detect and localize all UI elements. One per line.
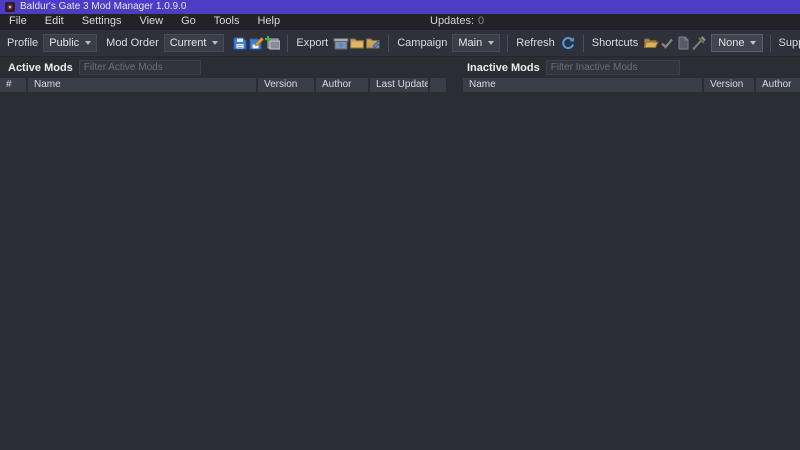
campaign-value: Main [458, 37, 483, 49]
column-header-author[interactable]: Author [756, 78, 800, 92]
menu-go[interactable]: Go [172, 14, 205, 29]
shortcuts-label: Shortcuts [591, 37, 639, 49]
active-mods-panel: Active Mods # Name Version Author Last U… [0, 57, 446, 438]
active-mods-label: Active Mods [8, 61, 73, 74]
profile-dropdown[interactable]: Public [43, 34, 98, 52]
column-header-version[interactable]: Version [704, 78, 754, 92]
folder-export-icon [366, 38, 381, 49]
column-header-blank[interactable] [430, 78, 446, 92]
shortcuts-none-value: None [718, 37, 745, 49]
profile-value: Public [49, 37, 80, 49]
chevron-down-icon [212, 41, 219, 45]
inactive-filter-input[interactable] [545, 60, 680, 75]
mod-order-dropdown[interactable]: Current [163, 34, 225, 52]
open-logs-button[interactable] [675, 33, 691, 53]
toolbar: Profile Public Mod Order Current Export … [0, 29, 800, 57]
menu-settings[interactable]: Settings [73, 14, 131, 29]
chevron-down-icon [488, 41, 495, 45]
sword-icon [692, 36, 706, 50]
column-header-index[interactable]: # [0, 78, 26, 92]
column-header-author[interactable]: Author [316, 78, 368, 92]
toolbar-separator [287, 34, 289, 52]
inactive-filter-row: Inactive Mods [463, 59, 800, 76]
column-header-name[interactable]: Name [28, 78, 256, 92]
profile-label: Profile [7, 37, 39, 49]
column-header-last-updated[interactable]: Last Updated [370, 78, 428, 92]
support-label: Support [778, 37, 800, 49]
mod-order-label: Mod Order [106, 37, 159, 49]
export-package-icon [333, 38, 349, 50]
menu-file[interactable]: File [0, 14, 36, 29]
export-label: Export [296, 37, 329, 49]
save-as-icon [249, 37, 265, 50]
inactive-table-header: Name Version Author [463, 78, 800, 92]
menu-help[interactable]: Help [248, 14, 289, 29]
updates-status: Updates: 0 [430, 14, 484, 29]
menu-tools[interactable]: Tools [205, 14, 249, 29]
inactive-mods-list[interactable] [463, 92, 800, 438]
active-mods-list[interactable] [0, 92, 446, 438]
updates-label: Updates: [430, 15, 475, 27]
menu-edit[interactable]: Edit [36, 14, 73, 29]
mod-order-value: Current [169, 37, 207, 49]
column-header-version[interactable]: Version [258, 78, 314, 92]
active-filter-row: Active Mods [0, 59, 446, 76]
menu-view[interactable]: View [130, 14, 172, 29]
toolbar-separator [769, 34, 771, 52]
menubar: File Edit Settings View Go Tools Help Up… [0, 14, 800, 29]
new-mod-order-button[interactable] [264, 33, 281, 53]
export-folder-button[interactable] [349, 33, 365, 53]
open-game-folder-button[interactable] [643, 33, 659, 53]
toolbar-separator [388, 34, 390, 52]
toolbar-separator [582, 34, 584, 52]
column-header-name[interactable]: Name [463, 78, 702, 92]
inactive-mods-label: Inactive Mods [467, 61, 540, 74]
open-folder-icon [643, 38, 659, 48]
updates-count: 0 [478, 15, 485, 27]
inactive-mods-panel: Inactive Mods Name Version Author [463, 57, 800, 438]
main-area: Active Mods # Name Version Author Last U… [0, 57, 800, 450]
titlebar[interactable]: Baldur's Gate 3 Mod Manager 1.0.9.0 [0, 0, 800, 14]
export-package-button[interactable] [333, 33, 349, 53]
shortcuts-none-dropdown[interactable]: None [711, 34, 763, 52]
save-icon [233, 37, 247, 50]
campaign-dropdown[interactable]: Main [452, 34, 501, 52]
folder-icon [350, 38, 365, 49]
file-icon [678, 36, 689, 50]
refresh-button[interactable] [560, 33, 576, 53]
chevron-down-icon [85, 41, 92, 45]
active-table-header: # Name Version Author Last Updated [0, 78, 446, 92]
refresh-label: Refresh [516, 37, 555, 49]
export-folder-zip-button[interactable] [365, 33, 381, 53]
active-filter-input[interactable] [78, 60, 201, 75]
refresh-icon [561, 37, 574, 49]
app-window: Baldur's Gate 3 Mod Manager 1.0.9.0 File… [0, 0, 800, 450]
toolbar-separator [507, 34, 509, 52]
window-title: Baldur's Gate 3 Mod Manager 1.0.9.0 [20, 1, 187, 12]
campaign-label: Campaign [397, 37, 448, 49]
launch-game-button[interactable] [659, 33, 675, 53]
script-extender-button[interactable] [691, 33, 707, 53]
save-as-button[interactable] [248, 33, 265, 53]
check-icon [661, 38, 674, 49]
save-button[interactable] [232, 33, 248, 53]
new-mod-order-icon [265, 36, 281, 50]
app-icon [5, 2, 15, 12]
chevron-down-icon [749, 41, 756, 45]
